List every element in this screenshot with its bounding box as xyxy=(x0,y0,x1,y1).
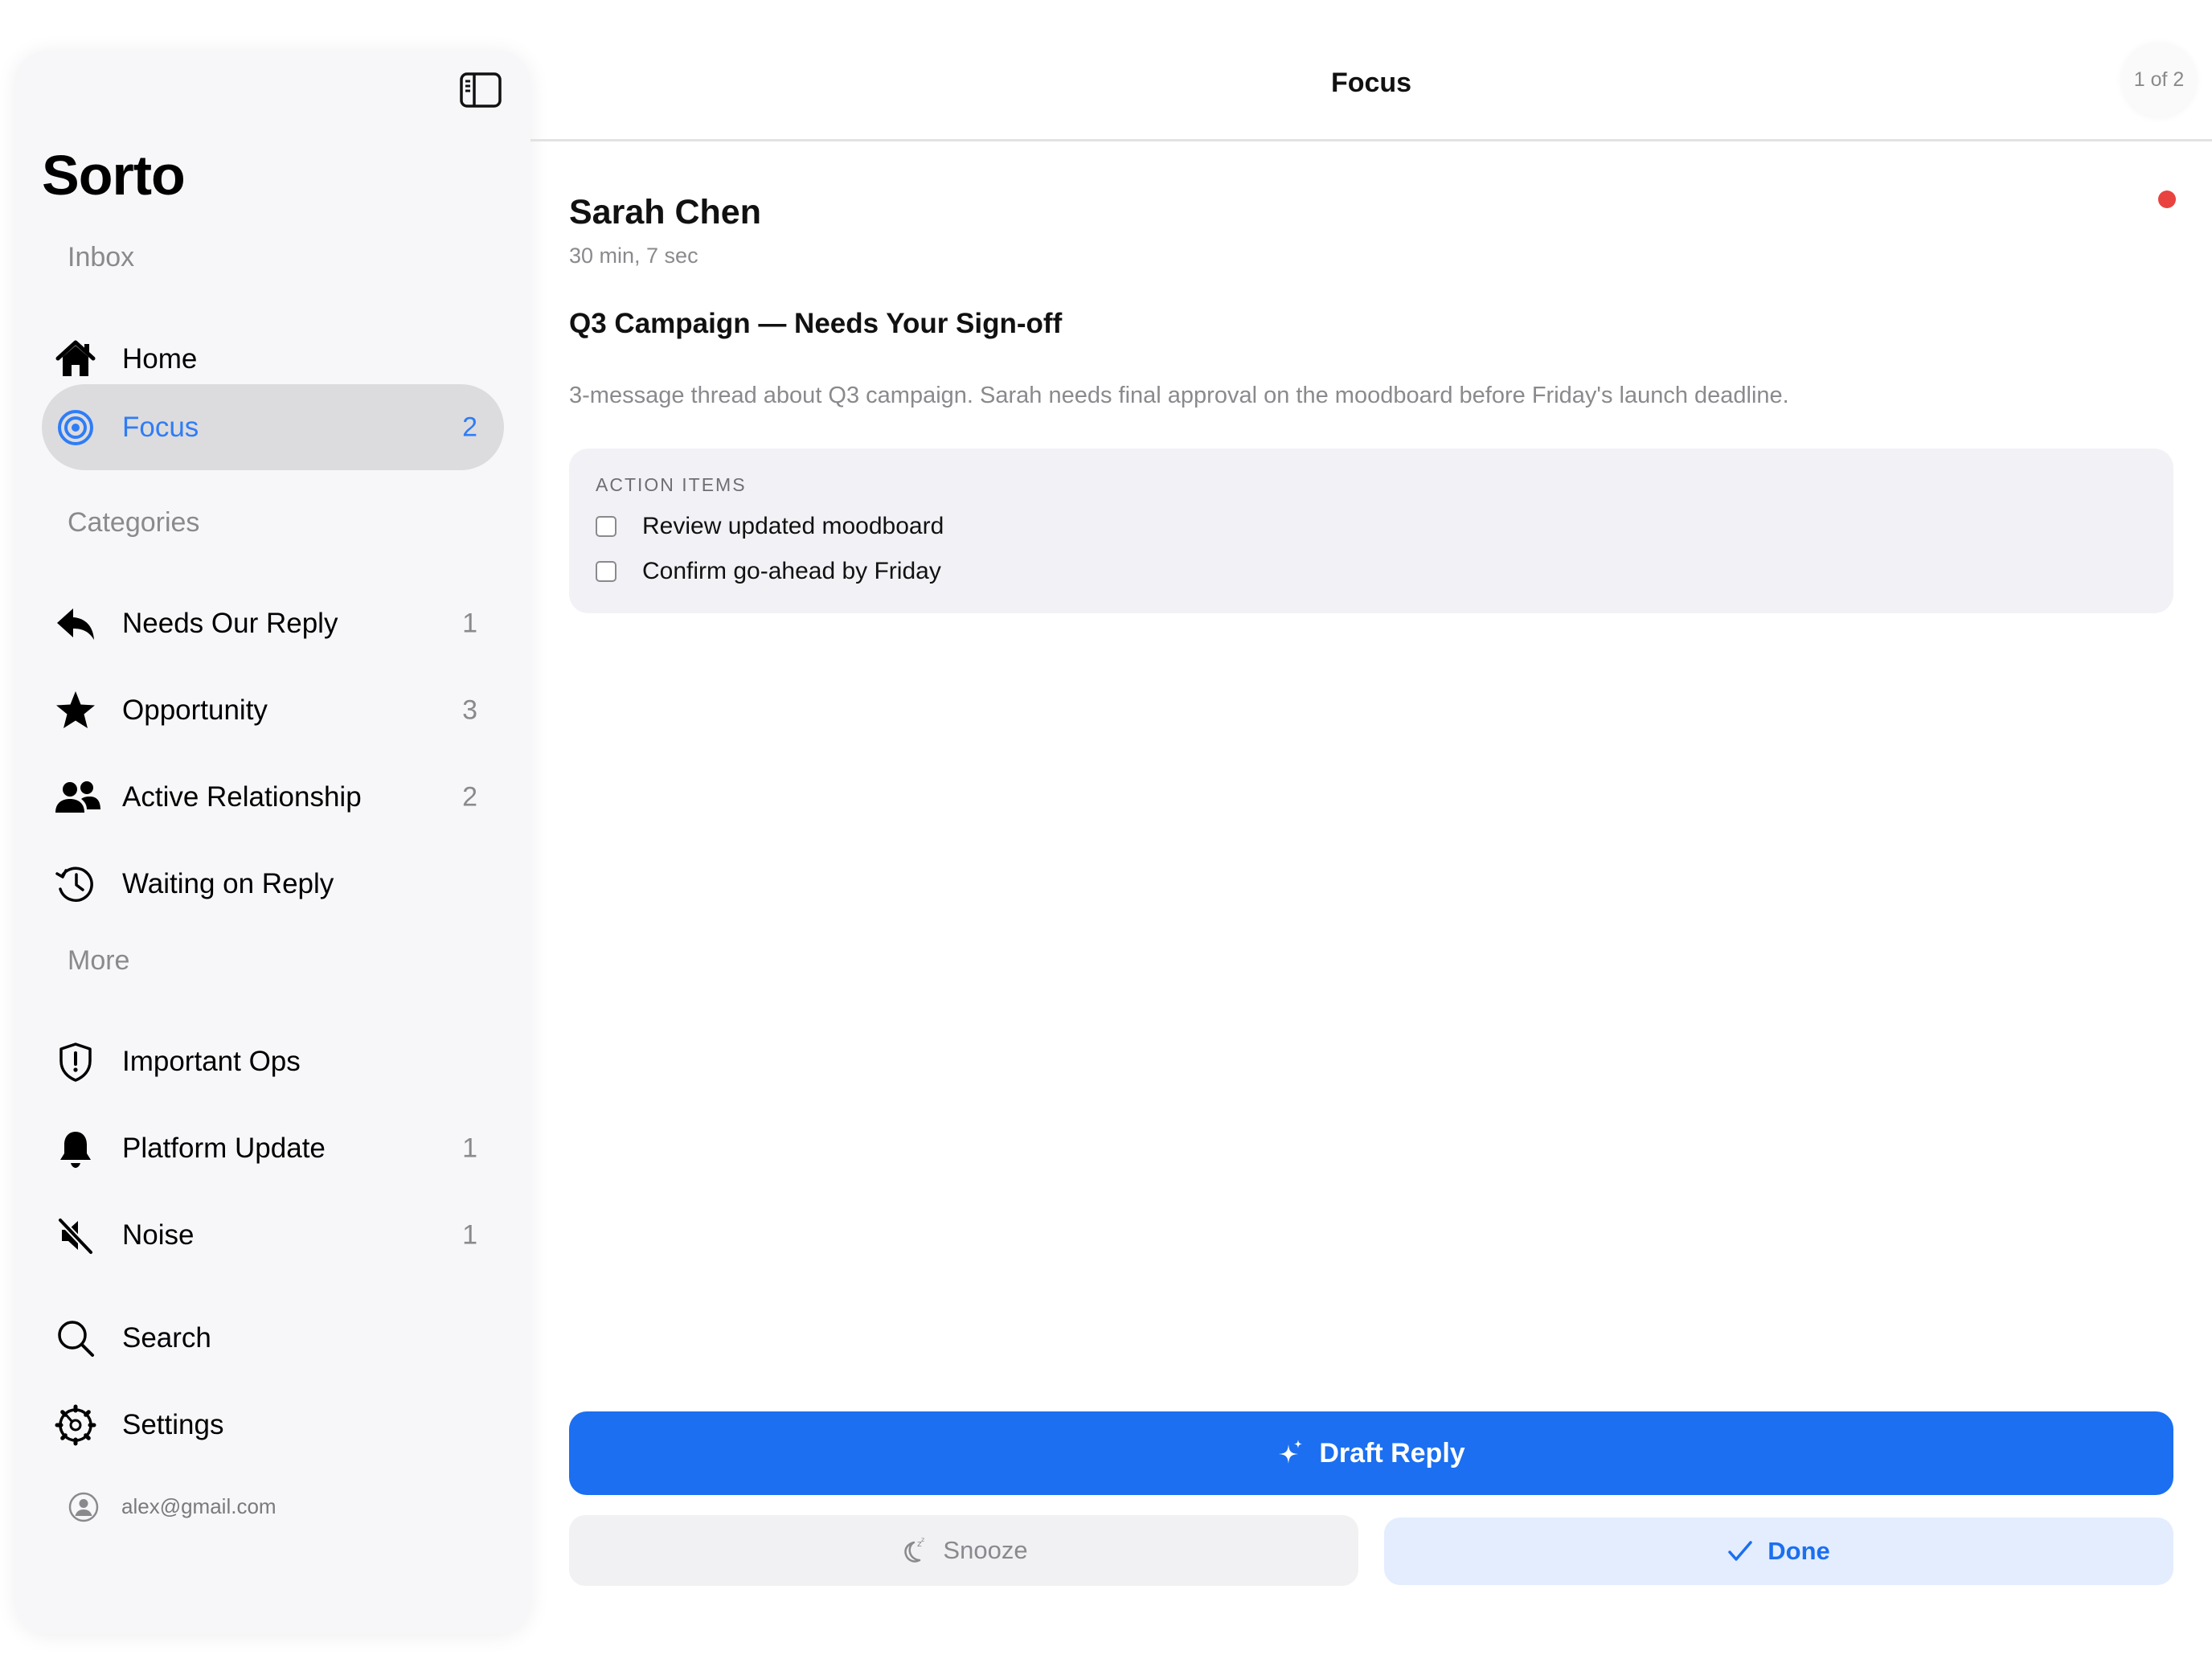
checkmark-icon xyxy=(1727,1538,1753,1564)
clock-history-icon xyxy=(54,862,97,906)
content-header: Focus xyxy=(530,0,2212,141)
section-header-categories: Categories xyxy=(68,507,200,538)
sidebar-toggle-icon[interactable] xyxy=(458,70,503,110)
sidebar-item-count: 2 xyxy=(462,781,477,812)
sidebar-item-label: Platform Update xyxy=(122,1132,326,1164)
bell-icon xyxy=(54,1127,97,1170)
snooze-label: Snooze xyxy=(943,1536,1028,1564)
reply-arrow-icon xyxy=(54,602,97,645)
sidebar-item-label: Noise xyxy=(122,1219,195,1251)
sidebar-item-focus[interactable]: Focus 2 xyxy=(42,384,504,470)
sender-name: Sarah Chen xyxy=(569,193,761,231)
account-email: alex@gmail.com xyxy=(121,1494,276,1518)
sidebar-item-label: Active Relationship xyxy=(122,780,362,813)
email-subject: Q3 Campaign — Needs Your Sign-off xyxy=(569,308,1063,339)
sidebar-item-label: Settings xyxy=(122,1408,224,1440)
sidebar-item-count: 1 xyxy=(462,1219,477,1250)
app-title: Sorto xyxy=(42,144,186,207)
sidebar: Sorto Inbox Home Focus 2 Categories Need… xyxy=(15,51,530,1634)
section-header-inbox: Inbox xyxy=(68,242,135,272)
sidebar-item-important-ops[interactable]: Important Ops xyxy=(42,1018,504,1104)
sparkles-icon xyxy=(1277,1438,1305,1469)
action-items-heading: ACTION ITEMS xyxy=(596,474,747,495)
action-items-card: ACTION ITEMS Review updated moodboard Co… xyxy=(569,449,2173,613)
draft-reply-label: Draft Reply xyxy=(1319,1437,1465,1469)
sidebar-item-waiting-on-reply[interactable]: Waiting on Reply xyxy=(42,841,504,927)
done-button[interactable]: Done xyxy=(1384,1518,2173,1585)
shield-exclamation-icon xyxy=(54,1040,97,1083)
sidebar-item-label: Focus xyxy=(122,411,199,443)
action-item-text: Review updated moodboard xyxy=(642,513,944,539)
sidebar-item-platform-update[interactable]: Platform Update 1 xyxy=(42,1105,504,1191)
action-item-text: Confirm go-ahead by Friday xyxy=(642,558,941,584)
sidebar-item-label: Home xyxy=(122,342,198,375)
action-item-checkbox[interactable] xyxy=(596,516,616,537)
svg-text:z: z xyxy=(921,1536,924,1543)
sidebar-item-needs-our-reply[interactable]: Needs Our Reply 1 xyxy=(42,580,504,666)
star-icon xyxy=(54,689,97,732)
sidebar-item-active-relationship[interactable]: Active Relationship 2 xyxy=(42,754,504,840)
sidebar-item-count: 1 xyxy=(462,1133,477,1163)
sidebar-item-opportunity[interactable]: Opportunity 3 xyxy=(42,667,504,753)
section-header-more: More xyxy=(68,945,130,976)
elapsed-time: 30 min, 7 sec xyxy=(569,244,698,268)
sidebar-item-label: Needs Our Reply xyxy=(122,607,338,639)
email-summary: 3-message thread about Q3 campaign. Sara… xyxy=(569,383,1789,408)
speaker-mute-icon xyxy=(54,1214,97,1257)
snooze-button[interactable]: z z Snooze xyxy=(569,1515,1358,1586)
unread-indicator xyxy=(2158,190,2176,208)
sidebar-item-count: 3 xyxy=(462,694,477,725)
action-item-checkbox[interactable] xyxy=(596,561,616,582)
house-icon xyxy=(54,338,97,381)
page-title: Focus xyxy=(1330,68,1412,98)
draft-reply-button[interactable]: Draft Reply xyxy=(569,1411,2173,1495)
target-icon xyxy=(54,406,97,449)
people-icon xyxy=(54,776,100,819)
sidebar-item-label: Opportunity xyxy=(122,694,268,726)
sidebar-item-settings[interactable]: Settings xyxy=(42,1382,504,1468)
sidebar-item-label: Waiting on Reply xyxy=(122,867,334,899)
sidebar-item-count: 2 xyxy=(462,412,477,442)
sidebar-item-search[interactable]: Search xyxy=(42,1295,504,1381)
pager-badge: 1 of 2 xyxy=(2122,43,2196,117)
sidebar-item-label: Important Ops xyxy=(122,1045,301,1077)
sidebar-item-label: Search xyxy=(122,1321,211,1354)
sidebar-item-noise[interactable]: Noise 1 xyxy=(42,1192,504,1278)
moon-zzz-icon: z z xyxy=(899,1535,928,1566)
search-icon xyxy=(54,1317,97,1360)
done-label: Done xyxy=(1768,1537,1830,1565)
person-circle-icon xyxy=(68,1491,100,1523)
sidebar-item-count: 1 xyxy=(462,608,477,638)
gear-icon xyxy=(54,1403,97,1447)
